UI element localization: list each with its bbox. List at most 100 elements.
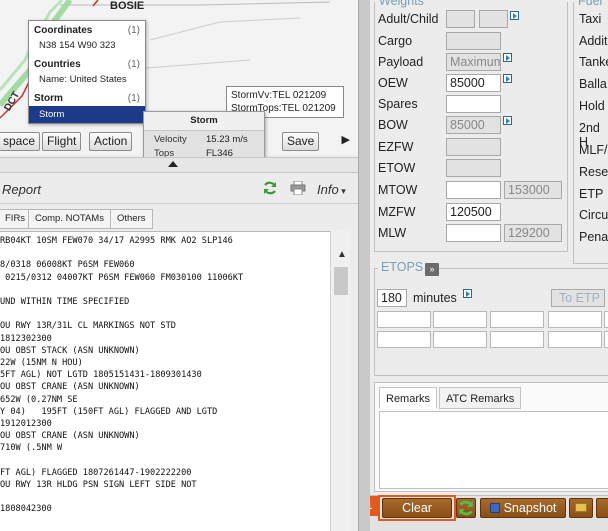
panel-divider[interactable]: [358, 0, 370, 531]
collapse-up-icon[interactable]: [168, 161, 178, 167]
fuel-penalty-label: Pena: [579, 230, 608, 244]
arrow-right-icon[interactable]: ▶: [342, 133, 350, 146]
mtow-default: 153000: [504, 181, 562, 199]
etops-minutes-input[interactable]: 180: [377, 289, 407, 307]
storm-detail-title: Storm: [144, 112, 264, 131]
notam-line: OU RWY 13R/31L CL MARKINGS NOT STD: [0, 321, 176, 332]
etops-grid-cell[interactable]: [433, 331, 487, 348]
mtow-input[interactable]: [446, 181, 501, 199]
right-panel: Weights Fuel Adult/Child Cargo Payload M…: [370, 0, 608, 531]
popup-section-header: Countries (1): [29, 55, 145, 72]
tab-atc-remarks[interactable]: ATC Remarks: [439, 387, 522, 409]
oew-info-icon[interactable]: [503, 74, 512, 83]
remarks-textarea[interactable]: [379, 411, 608, 489]
snapshot-button[interactable]: Snapshot: [480, 498, 566, 518]
ezfw-label: EZFW: [378, 140, 414, 154]
refresh-icon: [459, 500, 473, 516]
report-header: Report Info ▾: [0, 174, 358, 204]
etops-grid-cell[interactable]: [548, 331, 602, 348]
etops-grid-cell[interactable]: [433, 311, 487, 328]
tab-remarks[interactable]: Remarks: [379, 387, 438, 409]
notam-line: 5FT AGL) NOT LGTD 1805151431-1809301430: [0, 370, 202, 381]
etops-grid-cell[interactable]: [490, 331, 544, 348]
bow-info-icon[interactable]: [503, 116, 512, 125]
child-field: [479, 10, 508, 28]
etops-toggle-button[interactable]: »: [425, 263, 439, 276]
etops-grid-cell[interactable]: [548, 311, 602, 328]
notam-line: 652W (0.27NM SE: [0, 394, 78, 405]
popup-storm-item[interactable]: Storm: [29, 106, 145, 123]
info-menu-label: Info: [317, 182, 339, 197]
spares-label: Spares: [378, 97, 418, 111]
notam-line: OU RWY 13R HLDG PSN SIGN LEFT SIDE NOT: [0, 480, 197, 490]
notam-line: 1812302300: [0, 333, 52, 344]
more-button[interactable]: [596, 498, 608, 518]
scroll-up-icon[interactable]: ▲: [337, 249, 347, 260]
fuel-circuit-label: Circu: [579, 208, 608, 222]
notam-line: OU OBST STACK (ASN UNKNOWN): [0, 345, 140, 356]
notam-line: 1912012300: [0, 419, 52, 429]
payload-info-icon[interactable]: [503, 53, 512, 62]
popup-section-title: Storm: [34, 93, 63, 104]
fuel-mlf-label: MLF/: [579, 143, 608, 157]
popup-section-count: (1): [127, 59, 140, 70]
refresh-icon[interactable]: [262, 180, 278, 196]
report-text-area[interactable]: RB04KT 10SM FEW070 34/17 A2995 RMK AO2 S…: [0, 231, 330, 531]
bottom-toolbar: 1 Clear Snapshot: [370, 495, 608, 531]
report-tabs: FIRs Comp. NOTAMs Others: [0, 205, 358, 231]
fuel-reserve-label: Rese: [579, 165, 608, 179]
etops-info-icon[interactable]: [463, 289, 472, 298]
storm-velocity-row: Velocity 15.23 m/s: [144, 131, 264, 145]
adult-child-label: Adult/Child: [378, 12, 439, 26]
mlw-input[interactable]: [446, 224, 501, 242]
waypoint-label: BOSIE: [110, 0, 145, 12]
scrollbar-thumb[interactable]: [334, 267, 348, 295]
ezfw-field: [446, 138, 501, 156]
spares-input[interactable]: [446, 95, 501, 113]
notam-line: UND WITHIN TIME SPECIFIED: [0, 297, 130, 307]
refresh-button[interactable]: [456, 498, 476, 518]
adult-child-info-icon[interactable]: [510, 11, 519, 20]
fuel-additional-label: Additi: [579, 34, 608, 48]
save-button[interactable]: Save: [282, 132, 320, 151]
action-button[interactable]: Action: [89, 132, 133, 151]
tab-comp-notams[interactable]: Comp. NOTAMs: [28, 209, 111, 229]
etops-section: ETOPS » 180 minutes To ETP: [374, 260, 608, 376]
map-info-popup: Coordinates (1) N38 154 W90 323 Countrie…: [28, 20, 146, 124]
etops-grid-cell[interactable]: [377, 331, 431, 348]
airspace-button[interactable]: space: [0, 132, 41, 151]
mlw-label: MLW: [378, 226, 407, 240]
open-folder-button[interactable]: [569, 498, 593, 518]
mzfw-input[interactable]: 120500: [446, 203, 501, 221]
step-badge: 1: [370, 496, 378, 516]
print-icon[interactable]: [290, 181, 306, 195]
popup-coordinates-value[interactable]: N38 154 W90 323: [29, 38, 145, 55]
popup-country-value[interactable]: Name: United States: [29, 72, 145, 89]
etops-grid-cell[interactable]: [604, 331, 608, 348]
flight-button[interactable]: Flight: [42, 132, 82, 151]
oew-input[interactable]: 85000: [446, 74, 501, 92]
mlw-default: 129200: [504, 224, 562, 242]
tab-others[interactable]: Others: [110, 209, 153, 229]
etops-grid-cell[interactable]: [490, 311, 544, 328]
storm-velocity-label: Velocity: [154, 134, 187, 145]
popup-section-header: Storm (1): [29, 89, 145, 106]
weights-legend: Weights: [379, 0, 424, 8]
etops-grid-cell[interactable]: [604, 311, 608, 328]
bow-label: BOW: [378, 118, 408, 132]
report-title: Report: [2, 182, 42, 197]
etops-minutes-label: minutes: [413, 291, 457, 305]
notam-line: 22W (15NM N HOU): [0, 358, 83, 368]
etops-grid-cell[interactable]: [377, 311, 431, 328]
panel-splitter[interactable]: [0, 157, 358, 173]
notam-line: RB04KT 10SM FEW070 34/17 A2995 RMK AO2 S…: [0, 236, 233, 246]
info-menu[interactable]: Info ▾: [317, 182, 346, 197]
mtow-label: MTOW: [378, 183, 418, 197]
storm-tooltip-line: StormVv:TEL 021209: [231, 90, 327, 101]
report-scrollbar[interactable]: ▲: [330, 231, 350, 531]
fuel-hold-label: Hold: [579, 99, 605, 113]
bow-field: 85000: [446, 116, 501, 134]
caret-down-icon: ▾: [338, 186, 346, 196]
to-etp-button[interactable]: To ETP: [551, 289, 605, 307]
notam-line: OU OBST CRANE (ASN UNKNOWN): [0, 382, 140, 393]
